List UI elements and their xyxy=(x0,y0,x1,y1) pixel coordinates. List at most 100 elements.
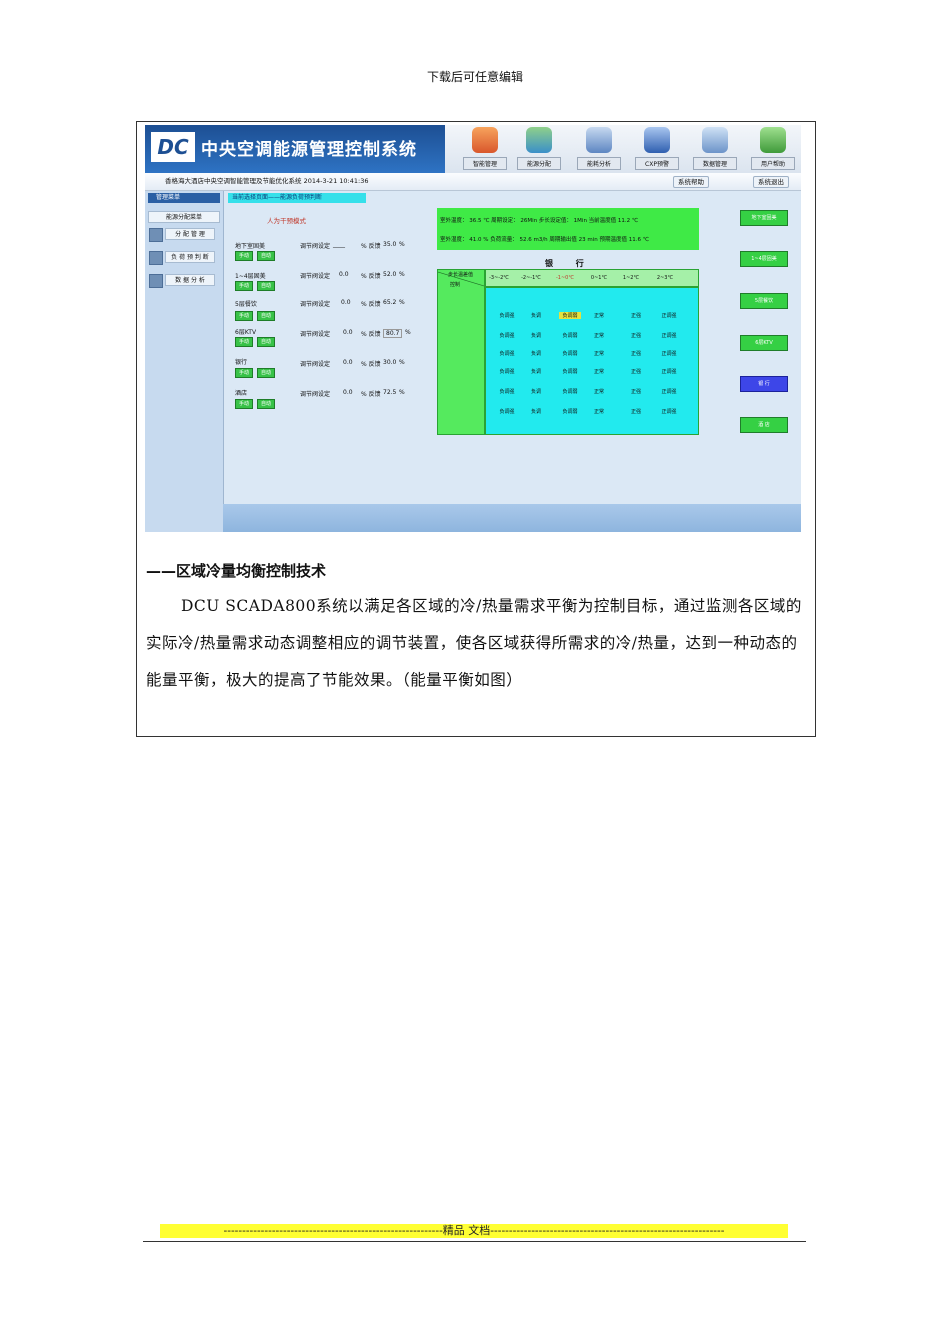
table-row-header-column: 步长温差值 控制 xyxy=(437,269,485,435)
table-cell: 负调弱 xyxy=(562,389,578,395)
manual-button[interactable]: 手动 xyxy=(235,311,253,321)
feedback-value: 30.0 xyxy=(383,359,397,366)
manual-button[interactable]: 手动 xyxy=(235,368,253,378)
valve-setting-value[interactable]: 0.0 xyxy=(341,299,351,306)
valve-setting-label: 调节阀设定 xyxy=(300,243,331,250)
table-cell: 负调强 xyxy=(499,333,515,339)
feedback-label: % 反馈 xyxy=(361,243,381,250)
table-cell: 负调强 xyxy=(499,369,515,375)
percent-sign: % xyxy=(405,329,411,336)
sidebar-item-data-analysis[interactable]: 数 据 分 析 xyxy=(165,274,215,286)
valve-setting-value[interactable]: 0.0 xyxy=(343,359,353,366)
zone-name: 银行 xyxy=(235,359,248,366)
system-title: 中央空调能源管理控制系统 xyxy=(201,140,417,160)
table-cell: 正常 xyxy=(593,409,604,415)
zone-button-hotel[interactable]: 酒 店 xyxy=(740,417,788,433)
manual-button[interactable]: 手动 xyxy=(235,281,253,291)
valve-setting-value[interactable]: ____ xyxy=(333,241,345,248)
zone-button-bank[interactable]: 银 行 xyxy=(740,376,788,392)
zone-button-floor-5[interactable]: 5层餐饮 xyxy=(740,293,788,309)
feedback-value: 65.2 xyxy=(383,299,397,306)
table-cell: 负调 xyxy=(530,409,541,415)
home-icon xyxy=(472,127,498,153)
system-exit-button[interactable]: 系统退出 xyxy=(753,176,789,188)
column-header: 2~3℃ xyxy=(656,275,674,281)
nav-energy-analysis[interactable]: 能耗分析 xyxy=(577,127,621,170)
feedback-value: 72.5 xyxy=(383,389,397,396)
sidebar-header: 管理菜单 xyxy=(148,193,220,203)
valve-setting-value[interactable]: 0.0 xyxy=(339,271,349,278)
valve-setting-label: 调节阀设定 xyxy=(300,391,331,398)
footer-rule xyxy=(143,1241,806,1242)
documents-icon xyxy=(586,127,612,153)
section-heading: ——区域冷量均衡控制技术 xyxy=(146,562,327,580)
table-cell: 正常 xyxy=(593,333,604,339)
nav-cxp-warning[interactable]: CXP预警 xyxy=(635,127,679,170)
status-text: 香格海大酒店中央空调智能管理及节能优化系统 2014-3-21 10:41:36 xyxy=(165,177,369,185)
info-row-2: 室外湿度： 41.0 % 负荷流量： 52.6 m3/h 周期输出值 23 mi… xyxy=(440,237,649,243)
table-body: 负调强 负调 负调弱 正常 正强 正调强 负调强 负调 负调弱 正常 正强 正调… xyxy=(485,287,699,435)
zone-button-basement[interactable]: 地下室固美 xyxy=(740,210,788,226)
table-cell: 正强 xyxy=(630,313,641,319)
zone-name: 1~4层固美 xyxy=(235,273,266,280)
sidebar-item-load-forecast[interactable]: 负 荷 预 判 断 xyxy=(165,251,215,263)
table-cell: 负调 xyxy=(530,389,541,395)
footer-bar xyxy=(223,504,801,532)
dc-logo: DC xyxy=(151,132,195,162)
zone-button-floor-6-ktv[interactable]: 6层KTV xyxy=(740,335,788,351)
sidebar-item-energy-menu[interactable]: 能源分配菜单 xyxy=(148,211,220,223)
table-cell: 正调强 xyxy=(661,369,677,375)
table-cell: 正强 xyxy=(630,409,641,415)
main-content: 当前选择页面——能源负荷预判断 人为干预模式 地下室固美 手动 自动 调节阀设定… xyxy=(225,191,801,504)
percent-sign: % xyxy=(399,389,405,396)
feedback-label: % 反馈 xyxy=(361,331,381,338)
nav-label: 智能管理 xyxy=(463,157,507,170)
table-cell: 正常 xyxy=(593,351,604,357)
nav-label: CXP预警 xyxy=(635,157,679,170)
auto-button[interactable]: 自动 xyxy=(257,251,275,261)
manual-button[interactable]: 手动 xyxy=(235,337,253,347)
auto-button[interactable]: 自动 xyxy=(257,337,275,347)
chart-icon xyxy=(149,251,163,265)
zone-button-floors-1-4[interactable]: 1~4层固美 xyxy=(740,251,788,267)
nav-energy-distribution[interactable]: 能源分配 xyxy=(517,127,561,170)
bank-title: 银 行 xyxy=(545,259,594,268)
current-page-label: 当前选择页面——能源负荷预判断 xyxy=(228,193,366,203)
table-cell: 正强 xyxy=(630,389,641,395)
table-cell: 负调 xyxy=(530,351,541,357)
feedback-label: % 反馈 xyxy=(361,361,381,368)
sidebar-item-allocation[interactable]: 分 配 管 理 xyxy=(165,228,215,240)
auto-button[interactable]: 自动 xyxy=(257,311,275,321)
column-header: 1~2℃ xyxy=(622,275,640,281)
system-help-button[interactable]: 系统帮助 xyxy=(673,176,709,188)
table-cell: 负调强 xyxy=(499,351,515,357)
zone-name: 酒店 xyxy=(235,390,248,397)
table-cell: 负调弱 xyxy=(562,333,578,339)
nav-label: 能耗分析 xyxy=(577,157,621,170)
manual-button[interactable]: 手动 xyxy=(235,399,253,409)
table-cell: 正调强 xyxy=(661,351,677,357)
valve-setting-value[interactable]: 0.0 xyxy=(343,329,353,336)
nav-smart-management[interactable]: 智能管理 xyxy=(463,127,507,170)
valve-setting-label: 调节阀设定 xyxy=(300,361,331,368)
auto-button[interactable]: 自动 xyxy=(257,399,275,409)
top-note: 下载后可任意编辑 xyxy=(426,70,523,84)
percent-sign: % xyxy=(399,241,405,248)
globe-icon xyxy=(526,127,552,153)
valve-setting-value[interactable]: 0.0 xyxy=(343,389,353,396)
sidebar: 管理菜单 能源分配菜单 分 配 管 理 负 荷 预 判 断 数 据 分 析 xyxy=(145,191,224,532)
table-icon xyxy=(149,274,163,288)
users-icon xyxy=(760,127,786,153)
feedback-value: 35.0 xyxy=(383,241,397,248)
auto-button[interactable]: 自动 xyxy=(257,368,275,378)
percent-sign: % xyxy=(399,359,405,366)
section-paragraph: DCU SCADA800系统以满足各区域的冷/热量需求平衡为控制目标，通过监测各… xyxy=(146,597,802,689)
system-screenshot: DC 中央空调能源管理控制系统 智能管理 能源分配 能耗分析 CXP预警 数据管… xyxy=(145,125,801,532)
auto-button[interactable]: 自动 xyxy=(257,281,275,291)
feedback-value: 80.7 xyxy=(383,329,403,338)
nav-user-help[interactable]: 用户帮助 xyxy=(751,127,795,170)
manual-button[interactable]: 手动 xyxy=(235,251,253,261)
column-header: -2~-1℃ xyxy=(521,275,541,281)
nav-data-management[interactable]: 数据管理 xyxy=(693,127,737,170)
monitor-icon xyxy=(702,127,728,153)
